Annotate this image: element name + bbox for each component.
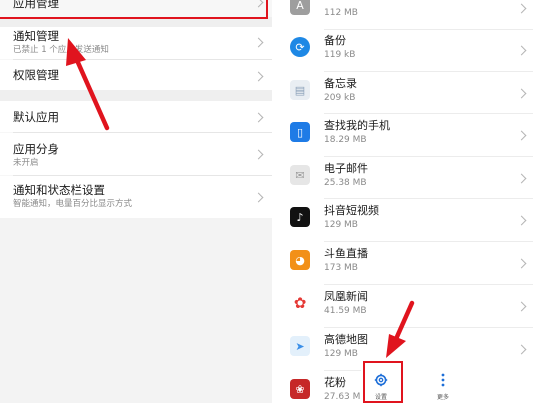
notification-statusbar-item[interactable]: 通知和状态栏设置 智能通知，电量百分比显示方式: [0, 176, 272, 218]
app-name: 电子邮件: [324, 162, 368, 175]
huafen-icon: ❀: [290, 379, 310, 399]
app-size: 209 kB: [324, 93, 356, 103]
app-list-pane: A A 112 MB ⟳ 备份 119 kB ▤ 备忘录 209 kB ▯ 查找…: [281, 0, 533, 403]
permission-management-label: 权限管理: [13, 68, 59, 82]
default-apps-label: 默认应用: [13, 110, 59, 124]
app-name: 抖音短视频: [324, 204, 379, 217]
app-name: 花粉: [324, 376, 346, 389]
highlight-box-app-management: [0, 0, 268, 19]
permission-management-item[interactable]: 权限管理: [0, 60, 272, 90]
notification-management-label: 通知管理: [13, 29, 59, 43]
app-name: 查找我的手机: [324, 119, 390, 132]
app-name: 凤凰新闻: [324, 290, 368, 303]
app-size: 18.29 MB: [324, 135, 367, 145]
app-item[interactable]: ➤ 高德地图 129 MB: [281, 328, 533, 370]
app-item[interactable]: ▤ 备忘录 209 kB: [281, 72, 533, 114]
more-button[interactable]: 更多: [423, 366, 463, 403]
chevron-right-icon: [516, 3, 527, 14]
app-twin-item[interactable]: 应用分身 未开启: [0, 133, 272, 175]
chevron-right-icon: [516, 215, 527, 226]
app-item[interactable]: ⟳ 备份 119 kB: [281, 29, 533, 71]
more-dots-icon: [441, 373, 445, 387]
app-name: 备忘录: [324, 77, 357, 90]
a-app-icon: A: [290, 0, 310, 15]
backup-icon: ⟳: [290, 37, 310, 57]
app-size: 129 MB: [324, 349, 358, 359]
default-apps-item[interactable]: 默认应用: [0, 101, 272, 132]
notification-statusbar-label: 通知和状态栏设置: [13, 183, 105, 197]
chevron-right-icon: [516, 45, 527, 56]
email-icon: ✉: [290, 165, 310, 185]
chevron-right-icon: [516, 301, 527, 312]
amap-icon: ➤: [290, 336, 310, 356]
app-item[interactable]: A A 112 MB: [281, 0, 533, 29]
memo-icon: ▤: [290, 80, 310, 100]
empty-area: [0, 218, 272, 403]
douyu-icon: ◕: [290, 250, 310, 270]
notification-management-item[interactable]: 通知管理 已禁止 1 个应用发送通知: [0, 27, 272, 59]
app-size: 173 MB: [324, 263, 358, 273]
ifeng-icon: ✿: [290, 293, 310, 313]
settings-list-pane: 应用管理 通知管理 已禁止 1 个应用发送通知 权限管理 默认应用 应用分身 未…: [0, 0, 272, 403]
app-size: 119 kB: [324, 50, 356, 60]
app-size: 129 MB: [324, 220, 358, 230]
chevron-right-icon: [516, 173, 527, 184]
app-name: 备份: [324, 34, 346, 47]
app-item[interactable]: ◕ 斗鱼直播 173 MB: [281, 242, 533, 284]
app-name: 高德地图: [324, 333, 368, 346]
douyin-icon: ♪: [290, 207, 310, 227]
notification-management-subtitle: 已禁止 1 个应用发送通知: [13, 45, 109, 55]
app-twin-label: 应用分身: [13, 142, 59, 156]
app-size: 41.59 MB: [324, 306, 367, 316]
app-size: 112 MB: [324, 8, 358, 18]
notification-statusbar-subtitle: 智能通知，电量百分比显示方式: [13, 199, 133, 209]
highlight-box-settings: [363, 361, 403, 403]
app-item[interactable]: ▯ 查找我的手机 18.29 MB: [281, 114, 533, 156]
app-twin-subtitle: 未开启: [13, 158, 39, 168]
app-item[interactable]: ✉ 电子邮件 25.38 MB: [281, 157, 533, 199]
more-button-label: 更多: [436, 394, 449, 401]
chevron-right-icon: [516, 130, 527, 141]
chevron-right-icon: [516, 258, 527, 269]
chevron-right-icon: [516, 344, 527, 355]
app-item[interactable]: ♪ 抖音短视频 129 MB: [281, 199, 533, 241]
app-size: 25.38 MB: [324, 178, 367, 188]
app-item[interactable]: ✿ 凤凰新闻 41.59 MB: [281, 285, 533, 327]
app-name: 斗鱼直播: [324, 247, 368, 260]
section-gap: [0, 90, 272, 101]
pane-divider: [272, 0, 281, 403]
chevron-right-icon: [516, 88, 527, 99]
find-phone-icon: ▯: [290, 122, 310, 142]
